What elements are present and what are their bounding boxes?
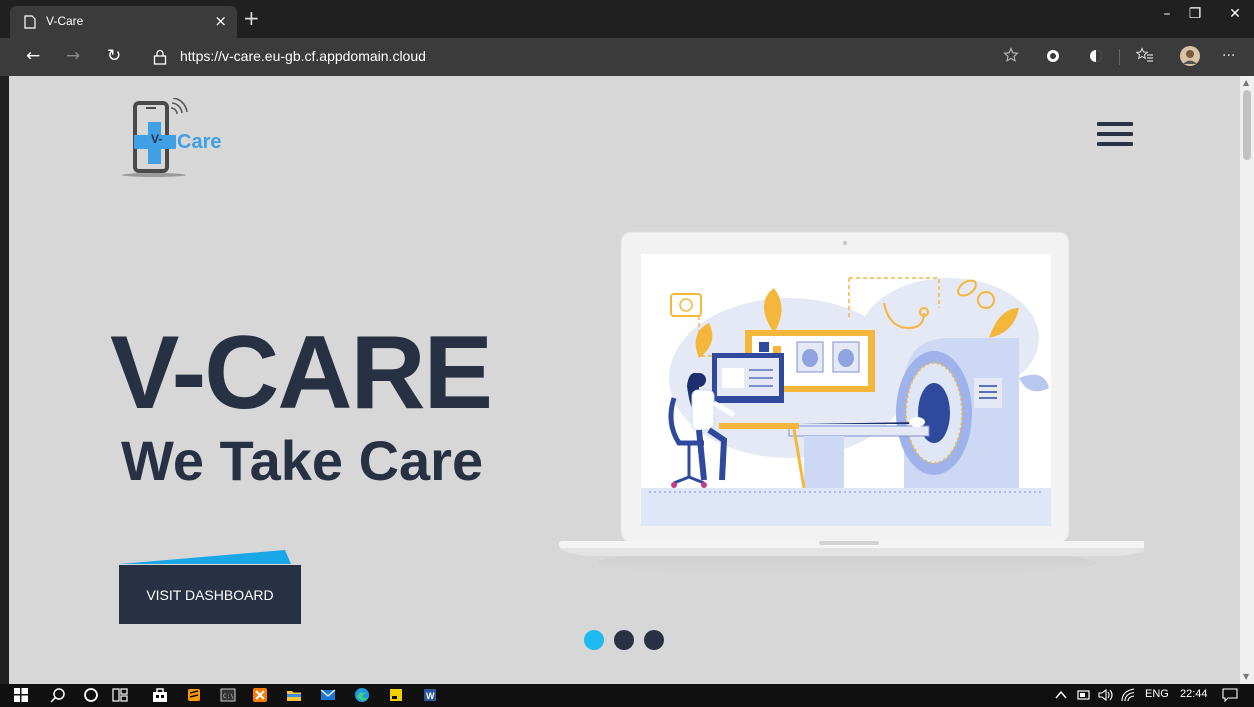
minimize-button[interactable]: – xyxy=(1152,6,1182,22)
file-explorer-icon[interactable] xyxy=(286,687,302,703)
page-icon xyxy=(24,15,36,29)
address-bar: ← → ↻ https://v-care.eu-gb.cf.appdomain.… xyxy=(0,38,1254,76)
store-icon[interactable] xyxy=(152,687,168,703)
forward-button[interactable]: → xyxy=(66,46,80,66)
hero-subtitle: We Take Care xyxy=(121,429,484,492)
page-scrollbar[interactable]: ▲ ▼ xyxy=(1240,76,1254,684)
logo-mark: V- xyxy=(151,132,163,146)
new-tab-button[interactable]: + xyxy=(243,8,260,28)
scroll-up-icon[interactable]: ▲ xyxy=(1243,78,1249,87)
more-icon[interactable]: ··· xyxy=(1222,46,1235,66)
scroll-down-icon[interactable]: ▼ xyxy=(1243,672,1249,681)
sublime-icon[interactable] xyxy=(186,687,202,703)
toolbar-divider xyxy=(1119,49,1120,65)
hamburger-menu-icon[interactable] xyxy=(1097,122,1133,148)
back-button[interactable]: ← xyxy=(26,46,40,66)
profile-avatar[interactable] xyxy=(1180,46,1200,66)
tab-close-button[interactable]: × xyxy=(214,12,227,30)
restore-button[interactable]: ❐ xyxy=(1180,6,1210,22)
favorites-icon[interactable] xyxy=(1136,47,1154,63)
site-logo[interactable]: V- Care xyxy=(121,98,261,178)
carousel-dot-active[interactable] xyxy=(584,630,604,650)
tab-title: V-Care xyxy=(46,14,84,28)
scroll-thumb[interactable] xyxy=(1243,90,1251,160)
refresh-button[interactable]: ↻ xyxy=(107,46,121,66)
star-outline-icon[interactable] xyxy=(1003,47,1019,63)
clock[interactable]: 22:44 xyxy=(1180,688,1208,700)
notifications-icon[interactable] xyxy=(1222,688,1238,702)
word-icon[interactable]: W xyxy=(422,687,438,703)
cmd-icon[interactable]: C:\ xyxy=(220,687,236,703)
url-field[interactable]: https://v-care.eu-gb.cf.appdomain.cloud xyxy=(180,48,426,64)
carousel-indicators xyxy=(584,630,674,650)
logo-text: Care xyxy=(177,131,222,153)
cortana-icon[interactable] xyxy=(83,687,99,703)
hero-title: V-CARE xyxy=(110,315,493,431)
extension-icon[interactable] xyxy=(1089,49,1103,63)
svg-text:W: W xyxy=(426,691,435,701)
search-icon[interactable] xyxy=(50,687,66,703)
svg-text:C:\: C:\ xyxy=(223,693,234,700)
lock-icon xyxy=(153,49,167,65)
carousel-dot[interactable] xyxy=(614,630,634,650)
page-viewport: V- Care V-CARE We Take Care VISIT DASHBO… xyxy=(9,76,1240,684)
sticky-notes-icon[interactable] xyxy=(388,687,404,703)
language-indicator[interactable]: ENG xyxy=(1145,688,1169,700)
extension-icon[interactable] xyxy=(1046,49,1060,63)
task-view-icon[interactable] xyxy=(112,687,128,703)
battery-icon[interactable] xyxy=(1077,690,1091,700)
mail-icon[interactable] xyxy=(320,687,336,703)
wifi-icon[interactable] xyxy=(1120,688,1136,702)
visit-dashboard-button[interactable]: VISIT DASHBOARD xyxy=(119,565,301,624)
volume-icon[interactable] xyxy=(1098,688,1114,702)
browser-tab[interactable]: V-Care × xyxy=(10,6,237,38)
laptop-mri-illustration xyxy=(559,231,1144,577)
close-window-button[interactable]: ✕ xyxy=(1220,6,1250,22)
edge-icon[interactable] xyxy=(354,687,370,703)
chevron-up-icon[interactable] xyxy=(1055,689,1067,701)
windows-start-icon[interactable] xyxy=(14,688,28,702)
xampp-icon[interactable] xyxy=(252,687,268,703)
carousel-dot[interactable] xyxy=(644,630,664,650)
browser-tab-bar: V-Care × + – ❐ ✕ xyxy=(0,0,1254,38)
windows-taskbar: C:\ W ENG 22:44 xyxy=(0,684,1254,707)
